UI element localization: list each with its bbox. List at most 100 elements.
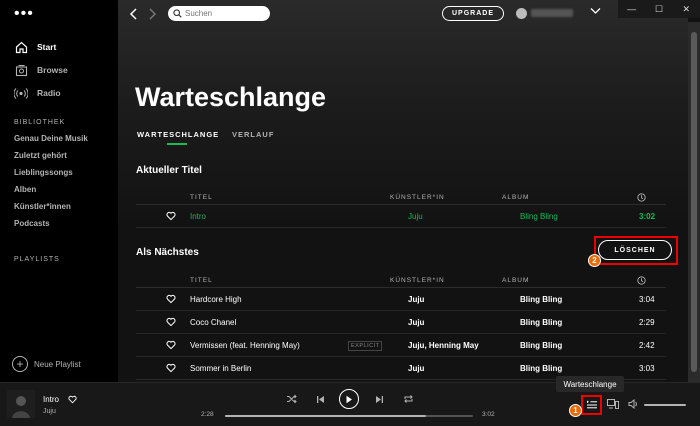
connect-device-icon[interactable] — [607, 398, 619, 410]
library-item[interactable]: Alben — [14, 185, 36, 194]
volume-slider[interactable] — [644, 404, 686, 406]
browse-icon — [14, 63, 28, 77]
user-name-blurred[interactable] — [531, 9, 573, 17]
track-duration: 2:42 — [639, 341, 655, 350]
play-icon — [346, 395, 352, 403]
close-icon[interactable]: ✕ — [673, 0, 700, 18]
track-duration: 3:04 — [639, 295, 655, 304]
highlight-box-queue — [581, 395, 602, 415]
new-playlist-button[interactable]: + Neue Playlist — [12, 356, 81, 372]
search-box[interactable] — [168, 6, 270, 21]
table-row[interactable]: Intro Juju Bling Bling 3:02 — [136, 205, 666, 228]
next-icon[interactable] — [373, 393, 385, 405]
track-album[interactable]: Bling Bling — [520, 295, 562, 304]
previous-icon[interactable] — [314, 393, 326, 405]
album-cover[interactable] — [7, 390, 35, 418]
track-album[interactable]: Bling Bling — [520, 341, 562, 350]
main-content: UPGRADE Warteschlange WARTESCHLANGE VERL… — [118, 0, 688, 382]
library-item[interactable]: Lieblingssongs — [14, 168, 73, 177]
minimize-icon[interactable]: — — [618, 0, 645, 18]
heart-icon[interactable] — [166, 340, 176, 350]
search-icon — [173, 9, 182, 18]
track-artist[interactable]: Juju — [408, 212, 423, 221]
home-icon — [14, 40, 28, 54]
search-input[interactable] — [185, 9, 265, 18]
track-title[interactable]: Sommer in Berlin — [190, 364, 251, 373]
clock-icon — [637, 193, 646, 202]
total-time: 3:02 — [482, 411, 495, 418]
elapsed-time: 2:28 — [201, 411, 214, 418]
player-track-artist[interactable]: Juju — [43, 408, 56, 415]
library-item[interactable]: Podcasts — [14, 219, 50, 228]
forward-arrow-icon[interactable] — [146, 7, 160, 21]
current-track-heading: Aktueller Titel — [136, 165, 202, 176]
progress-bar[interactable] — [225, 415, 473, 417]
repeat-icon[interactable] — [402, 393, 414, 405]
table-row[interactable]: Hardcore High Juju Bling Bling 3:04 — [136, 288, 666, 311]
nav-browse[interactable]: Browse — [14, 61, 68, 79]
page-title: Warteschlange — [135, 82, 327, 112]
chevron-down-icon[interactable] — [590, 7, 601, 18]
nav-radio[interactable]: Radio — [14, 84, 61, 102]
playlists-heading: PLAYLISTS — [14, 256, 60, 263]
active-tab-indicator — [167, 143, 187, 145]
player-track-title[interactable]: Intro — [43, 395, 59, 404]
heart-icon[interactable] — [166, 211, 176, 221]
tab-queue[interactable]: WARTESCHLANGE — [137, 130, 219, 139]
progress-fill — [225, 415, 426, 417]
track-title[interactable]: Vermissen (feat. Henning May) — [190, 341, 300, 350]
queue-tooltip: Warteschlange — [556, 376, 624, 392]
track-title[interactable]: Coco Chanel — [190, 318, 236, 327]
track-duration: 3:03 — [639, 364, 655, 373]
column-album[interactable]: ALBUM — [502, 277, 529, 284]
track-artist[interactable]: Juju, Henning May — [408, 341, 479, 350]
heart-icon[interactable] — [166, 317, 176, 327]
more-dots-icon[interactable]: ••• — [14, 6, 34, 22]
highlight-box-clear — [594, 236, 678, 265]
column-title[interactable]: TITEL — [190, 194, 213, 201]
column-album[interactable]: ALBUM — [502, 194, 529, 201]
column-artist[interactable]: KÜNSTLER*IN — [390, 277, 445, 284]
new-playlist-label: Neue Playlist — [34, 359, 81, 369]
heart-icon[interactable] — [166, 363, 176, 373]
track-artist[interactable]: Juju — [408, 295, 424, 304]
explicit-badge: EXPLICIT — [348, 341, 383, 351]
track-duration: 3:02 — [639, 212, 656, 221]
track-title[interactable]: Intro — [190, 212, 206, 221]
step-marker-1: 1 — [569, 404, 582, 417]
back-arrow-icon[interactable] — [128, 7, 142, 21]
clock-icon — [637, 276, 646, 285]
upgrade-button[interactable]: UPGRADE — [442, 6, 504, 21]
track-artist[interactable]: Juju — [408, 364, 424, 373]
column-title[interactable]: TITEL — [190, 277, 213, 284]
library-heading: BIBLIOTHEK — [14, 119, 66, 126]
nav-start[interactable]: Start — [14, 38, 56, 56]
track-album[interactable]: Bling Bling — [520, 364, 562, 373]
scrollbar-thumb[interactable] — [691, 32, 697, 372]
library-item[interactable]: Zuletzt gehört — [14, 151, 67, 160]
table-row[interactable]: Vermissen (feat. Henning May) EXPLICIT J… — [136, 334, 666, 357]
track-album[interactable]: Bling Bling — [520, 318, 562, 327]
radio-icon — [14, 86, 28, 100]
table-row[interactable]: Coco Chanel Juju Bling Bling 2:29 — [136, 311, 666, 334]
sidebar: ••• Start Browse Radio BIBLIOTHEK Genau … — [0, 0, 118, 382]
avatar[interactable] — [516, 8, 527, 19]
step-marker-2: 2 — [588, 254, 601, 267]
nav-radio-label: Radio — [37, 88, 61, 98]
heart-icon[interactable] — [166, 294, 176, 304]
top-bar: UPGRADE — [118, 0, 688, 28]
maximize-icon[interactable]: ☐ — [645, 0, 672, 18]
track-artist[interactable]: Juju — [408, 318, 424, 327]
tab-history[interactable]: VERLAUF — [232, 130, 274, 139]
track-duration: 2:29 — [639, 318, 655, 327]
library-item[interactable]: Künstler*innen — [14, 202, 71, 211]
track-title[interactable]: Hardcore High — [190, 295, 242, 304]
play-button[interactable] — [339, 389, 359, 409]
column-artist[interactable]: KÜNSTLER*IN — [390, 194, 445, 201]
shuffle-icon[interactable] — [285, 393, 297, 405]
library-item[interactable]: Genau Deine Musik — [14, 134, 88, 143]
heart-icon[interactable] — [68, 395, 77, 404]
track-album[interactable]: Bling Bling — [520, 212, 558, 221]
volume-icon[interactable] — [627, 398, 639, 410]
scrollbar[interactable] — [688, 22, 700, 382]
